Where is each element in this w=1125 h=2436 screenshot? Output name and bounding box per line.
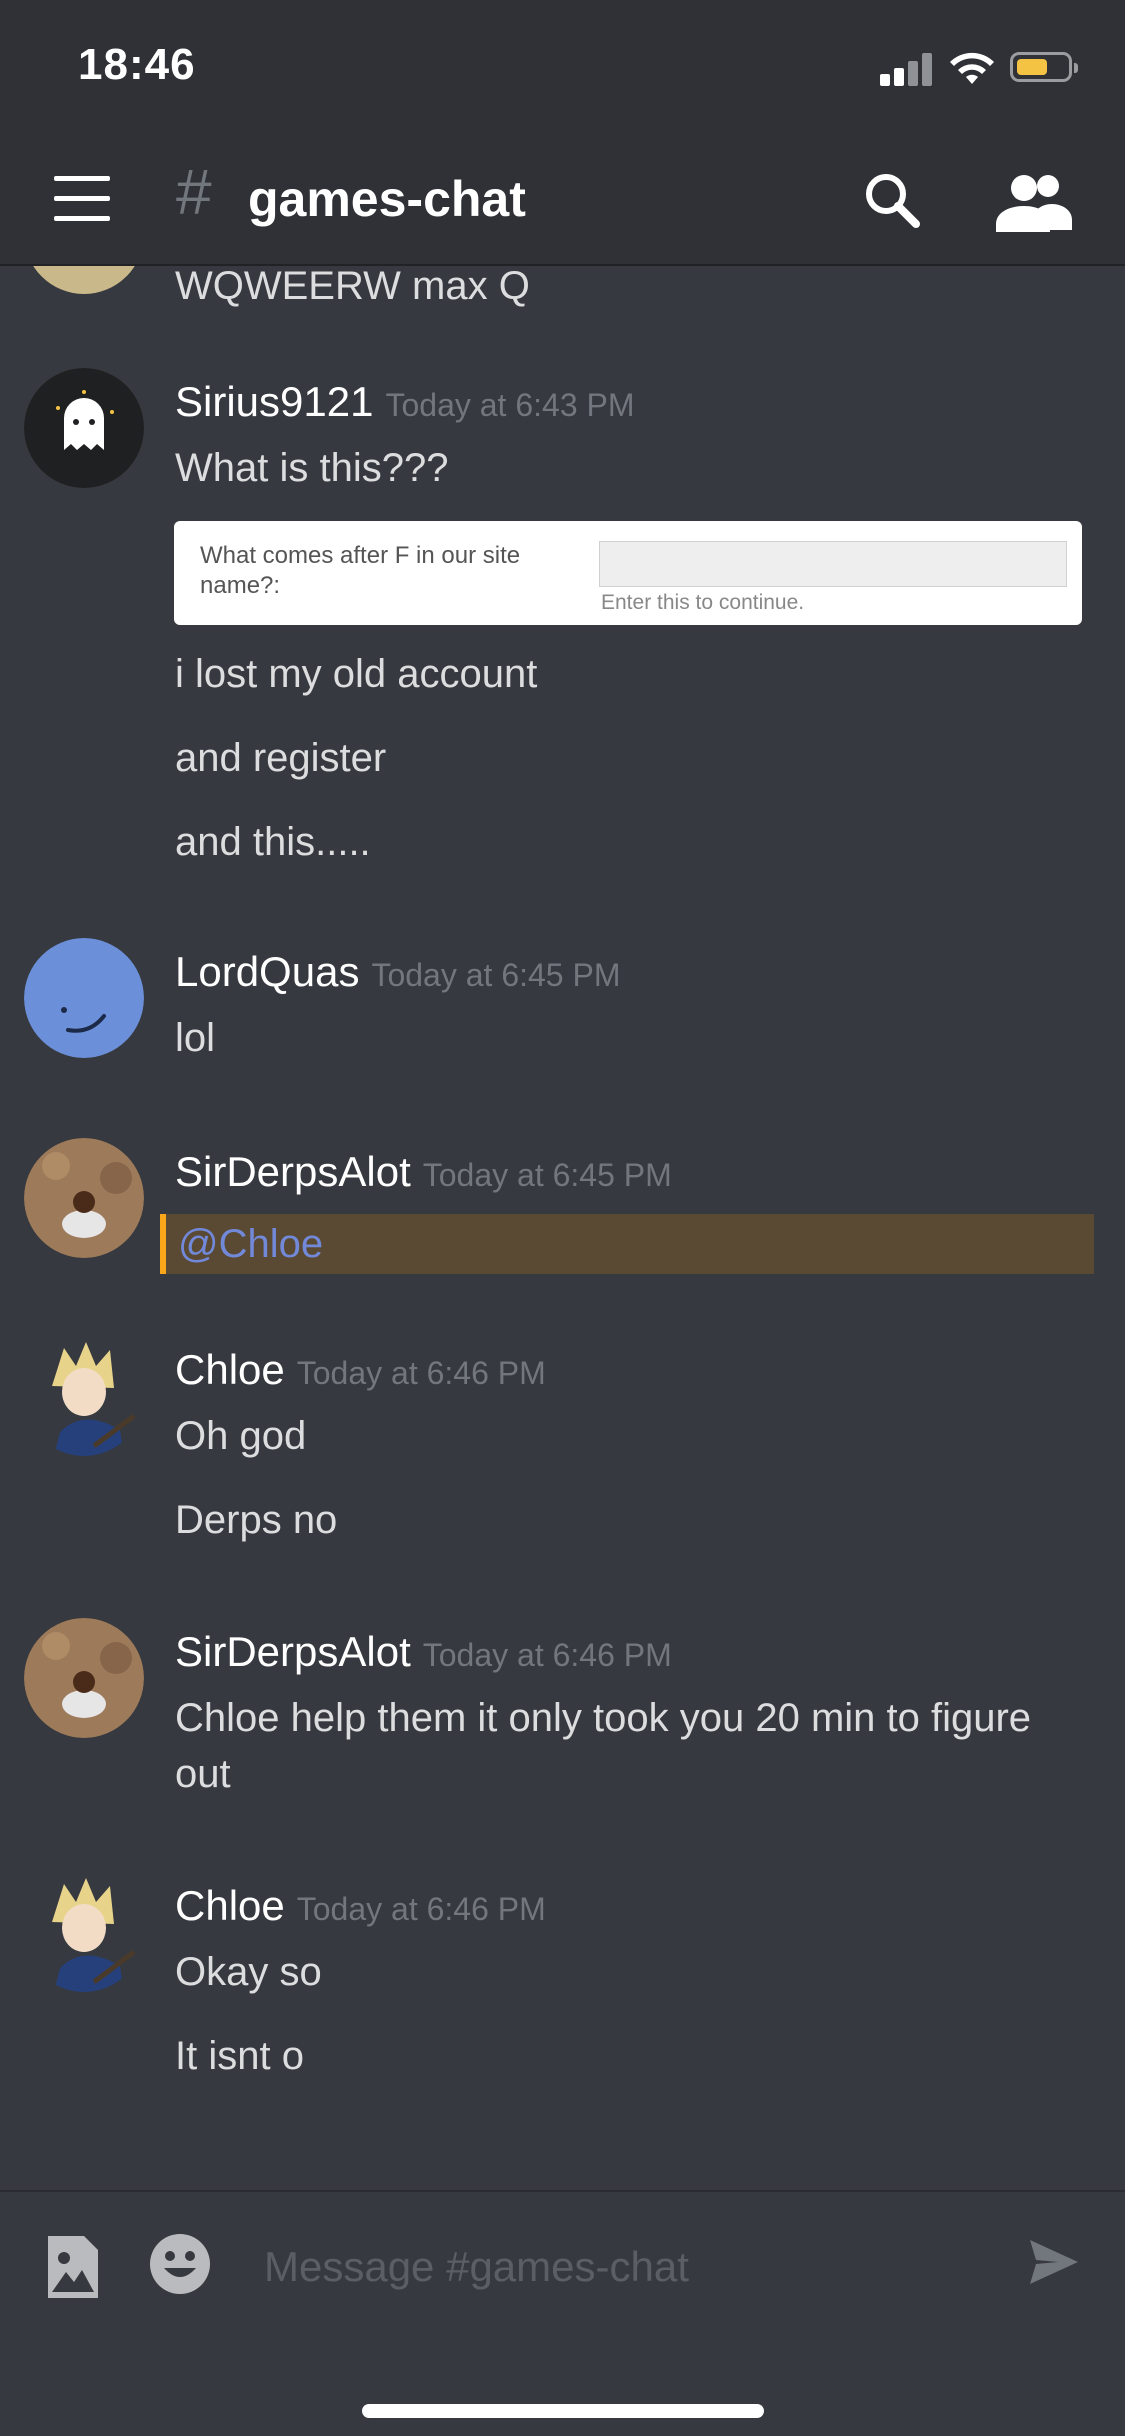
embed-hint-text: Enter this to continue. [601,591,805,614]
message-input[interactable] [262,2228,986,2306]
message-text: What is this??? [175,446,449,490]
mention-highlight: @Chloe [160,1214,1094,1274]
message-timestamp: Today at 6:45 PM [422,1157,672,1193]
message-list[interactable]: WQWEERW max Q Sirius9121 Today at 6:43 PM… [0,266,1125,2190]
message-text: Chloe help them it only took you 20 min … [175,1696,1032,1796]
emoji-icon[interactable] [148,2232,212,2296]
anime-avatar[interactable] [24,1336,144,1456]
battery-icon [1010,52,1078,82]
embedded-image[interactable]: What comes after F in our site name?: En… [174,521,1082,625]
message-text: i lost my old account [175,652,538,696]
embed-question-text: What comes after F in our site name?: [200,542,521,599]
message-author[interactable]: SirDerpsAlot Today at 6:45 PM [175,1148,672,1196]
message-text: and this..... [175,820,371,864]
search-icon[interactable] [860,168,924,232]
message-author[interactable]: Sirius9121 Today at 6:43 PM [175,378,635,426]
message-author[interactable]: SirDerpsAlot Today at 6:46 PM [175,1628,672,1676]
status-time: 18:46 [78,40,196,89]
ghost-avatar[interactable] [24,368,144,488]
anime-avatar[interactable] [24,1872,144,1992]
photo-avatar[interactable] [24,1138,144,1258]
channel-title: games-chat [248,171,526,227]
message-timestamp: Today at 6:46 PM [296,1355,546,1391]
user-avatar-partial[interactable] [24,266,144,294]
message-timestamp: Today at 6:45 PM [371,957,621,993]
cellular-signal-icon [880,52,934,86]
channel-header: # games-chat [0,140,1125,266]
hamburger-menu-button[interactable] [54,176,112,226]
message-text: WQWEERW max Q [175,266,530,308]
send-icon[interactable] [1028,2236,1080,2288]
message-author[interactable]: Chloe Today at 6:46 PM [175,1346,546,1394]
message-text: Oh god [175,1414,307,1458]
message-timestamp: Today at 6:46 PM [422,1637,672,1673]
message-text: Okay so [175,1950,322,1994]
embed-input-box [599,541,1067,587]
photo-avatar[interactable] [24,1618,144,1738]
message-timestamp: Today at 6:46 PM [296,1891,546,1927]
user-mention-link[interactable]: @Chloe [178,1218,323,1270]
status-bar: 18:46 [0,0,1125,140]
message-text: Derps no [175,1498,338,1542]
message-text: It isnt o [175,2034,304,2078]
smiley-avatar[interactable] [24,938,144,1058]
message-text: and register [175,736,387,780]
message-composer [0,2190,1125,2436]
image-attach-icon[interactable] [44,2232,102,2302]
channel-hash-icon: # [176,156,212,228]
message-author[interactable]: LordQuas Today at 6:45 PM [175,948,620,996]
message-text: lol [175,1016,216,1060]
wifi-icon [950,52,994,84]
message-author[interactable]: Chloe Today at 6:46 PM [175,1882,546,1930]
home-indicator[interactable] [362,2404,764,2418]
members-icon[interactable] [996,170,1072,234]
message-timestamp: Today at 6:43 PM [385,387,635,423]
app-frame: 18:46 # games-chat WQWEERW max Q Sirius9… [0,0,1125,2436]
